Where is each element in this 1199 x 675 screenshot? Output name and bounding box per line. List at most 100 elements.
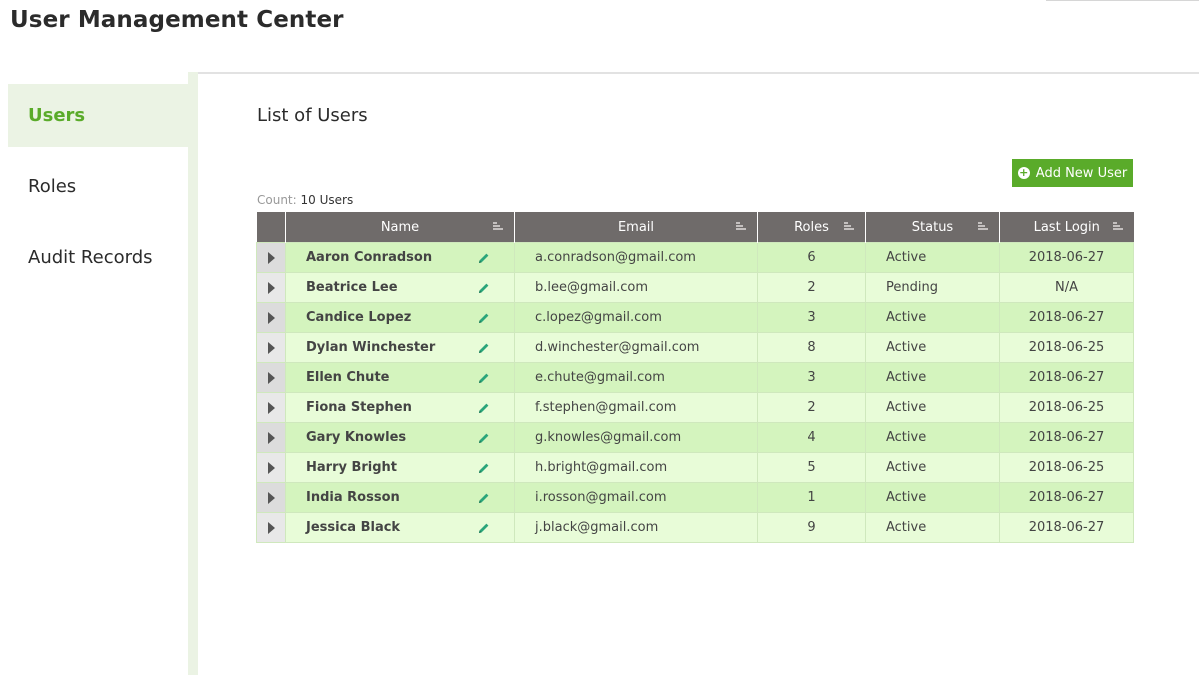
caret-right-icon[interactable] <box>267 371 275 384</box>
add-new-user-button[interactable]: + Add New User <box>1012 159 1133 187</box>
user-name: Dylan Winchester <box>306 340 436 355</box>
status-cell: Active <box>865 332 1000 363</box>
user-name-cell: Gary Knowles <box>285 422 515 453</box>
row-expander[interactable] <box>256 422 286 453</box>
add-new-user-label: Add New User <box>1035 165 1128 181</box>
sidebar-item-roles[interactable]: Roles <box>8 155 188 218</box>
table-row[interactable]: Dylan Winchester d.winchester@gmail.com … <box>256 332 1134 363</box>
pencil-icon[interactable] <box>478 462 490 474</box>
sidebar-item-audit-records[interactable]: Audit Records <box>8 226 188 289</box>
user-name-cell: Harry Bright <box>285 452 515 483</box>
user-name: Beatrice Lee <box>306 280 398 295</box>
caret-right-icon[interactable] <box>267 521 275 534</box>
pencil-icon[interactable] <box>478 402 490 414</box>
status-cell: Active <box>865 452 1000 483</box>
email-cell: b.lee@gmail.com <box>514 272 758 303</box>
last-login-cell: 2018-06-27 <box>999 362 1134 393</box>
email-cell: j.black@gmail.com <box>514 512 758 543</box>
email-cell: g.knowles@gmail.com <box>514 422 758 453</box>
column-header-last-login[interactable]: Last Login <box>999 212 1134 243</box>
pencil-icon[interactable] <box>478 432 490 444</box>
row-expander[interactable] <box>256 272 286 303</box>
user-name-cell: Beatrice Lee <box>285 272 515 303</box>
caret-right-icon[interactable] <box>267 251 275 264</box>
sidebar-item-users[interactable]: Users <box>8 84 188 147</box>
last-login-cell: 2018-06-25 <box>999 332 1134 363</box>
user-name-cell: Jessica Black <box>285 512 515 543</box>
pencil-icon[interactable] <box>478 312 490 324</box>
sidebar: Users Roles Audit Records <box>8 72 198 675</box>
user-name: Aaron Conradson <box>306 250 433 265</box>
roles-cell: 1 <box>757 482 866 513</box>
table-row[interactable]: Candice Lopez c.lopez@gmail.com 3 Active… <box>256 302 1134 333</box>
row-expander[interactable] <box>256 362 286 393</box>
pencil-icon[interactable] <box>478 522 490 534</box>
caret-right-icon[interactable] <box>267 491 275 504</box>
column-header-status[interactable]: Status <box>865 212 1000 243</box>
table-row[interactable]: Ellen Chute e.chute@gmail.com 3 Active 2… <box>256 362 1134 393</box>
roles-cell: 2 <box>757 392 866 423</box>
email-cell: d.winchester@gmail.com <box>514 332 758 363</box>
user-name: Jessica Black <box>306 520 401 535</box>
caret-right-icon[interactable] <box>267 431 275 444</box>
email-cell: f.stephen@gmail.com <box>514 392 758 423</box>
pencil-icon[interactable] <box>478 282 490 294</box>
table-row[interactable]: Gary Knowles g.knowles@gmail.com 4 Activ… <box>256 422 1134 453</box>
pencil-icon[interactable] <box>478 252 490 264</box>
column-label: Email <box>617 219 655 235</box>
row-expander[interactable] <box>256 302 286 333</box>
caret-right-icon[interactable] <box>267 281 275 294</box>
roles-cell: 4 <box>757 422 866 453</box>
sort-icon[interactable] <box>736 222 746 232</box>
sort-icon[interactable] <box>844 222 854 232</box>
table-row[interactable]: India Rosson i.rosson@gmail.com 1 Active… <box>256 482 1134 513</box>
users-table: Name Email Roles Status Last Login Aaron… <box>256 212 1134 543</box>
row-expander[interactable] <box>256 512 286 543</box>
roles-cell: 8 <box>757 332 866 363</box>
table-row[interactable]: Fiona Stephen f.stephen@gmail.com 2 Acti… <box>256 392 1134 423</box>
status-cell: Active <box>865 422 1000 453</box>
plus-circle-icon: + <box>1017 166 1030 179</box>
sort-icon[interactable] <box>1112 222 1123 232</box>
user-name: Ellen Chute <box>306 370 390 385</box>
user-name: Candice Lopez <box>306 310 412 325</box>
pencil-icon[interactable] <box>478 372 490 384</box>
sort-icon[interactable] <box>978 222 988 232</box>
user-name-cell: Candice Lopez <box>285 302 515 333</box>
column-header-roles[interactable]: Roles <box>757 212 866 243</box>
row-expander[interactable] <box>256 392 286 423</box>
column-header-expand <box>256 212 286 243</box>
section-title: List of Users <box>257 105 368 126</box>
pencil-icon[interactable] <box>478 342 490 354</box>
table-row[interactable]: Harry Bright h.bright@gmail.com 5 Active… <box>256 452 1134 483</box>
caret-right-icon[interactable] <box>267 461 275 474</box>
row-expander[interactable] <box>256 482 286 513</box>
table-row[interactable]: Aaron Conradson a.conradson@gmail.com 6 … <box>256 242 1134 273</box>
sidebar-border <box>188 72 198 675</box>
column-label: Status <box>911 219 954 235</box>
caret-right-icon[interactable] <box>267 341 275 354</box>
caret-right-icon[interactable] <box>267 401 275 414</box>
sort-icon[interactable] <box>493 222 503 232</box>
top-divider <box>1046 0 1199 1</box>
column-header-name[interactable]: Name <box>285 212 515 243</box>
pencil-icon[interactable] <box>478 492 490 504</box>
roles-cell: 9 <box>757 512 866 543</box>
status-cell: Active <box>865 512 1000 543</box>
row-expander[interactable] <box>256 452 286 483</box>
user-name-cell: Fiona Stephen <box>285 392 515 423</box>
email-cell: e.chute@gmail.com <box>514 362 758 393</box>
status-cell: Active <box>865 392 1000 423</box>
column-label: Last Login <box>1033 219 1100 235</box>
table-row[interactable]: Beatrice Lee b.lee@gmail.com 2 Pending N… <box>256 272 1134 303</box>
count-label: Count: <box>257 193 297 207</box>
content-divider <box>188 72 1199 74</box>
email-cell: i.rosson@gmail.com <box>514 482 758 513</box>
last-login-cell: 2018-06-27 <box>999 512 1134 543</box>
row-expander[interactable] <box>256 242 286 273</box>
column-label: Roles <box>794 219 829 235</box>
row-expander[interactable] <box>256 332 286 363</box>
table-row[interactable]: Jessica Black j.black@gmail.com 9 Active… <box>256 512 1134 543</box>
caret-right-icon[interactable] <box>267 311 275 324</box>
column-header-email[interactable]: Email <box>514 212 758 243</box>
